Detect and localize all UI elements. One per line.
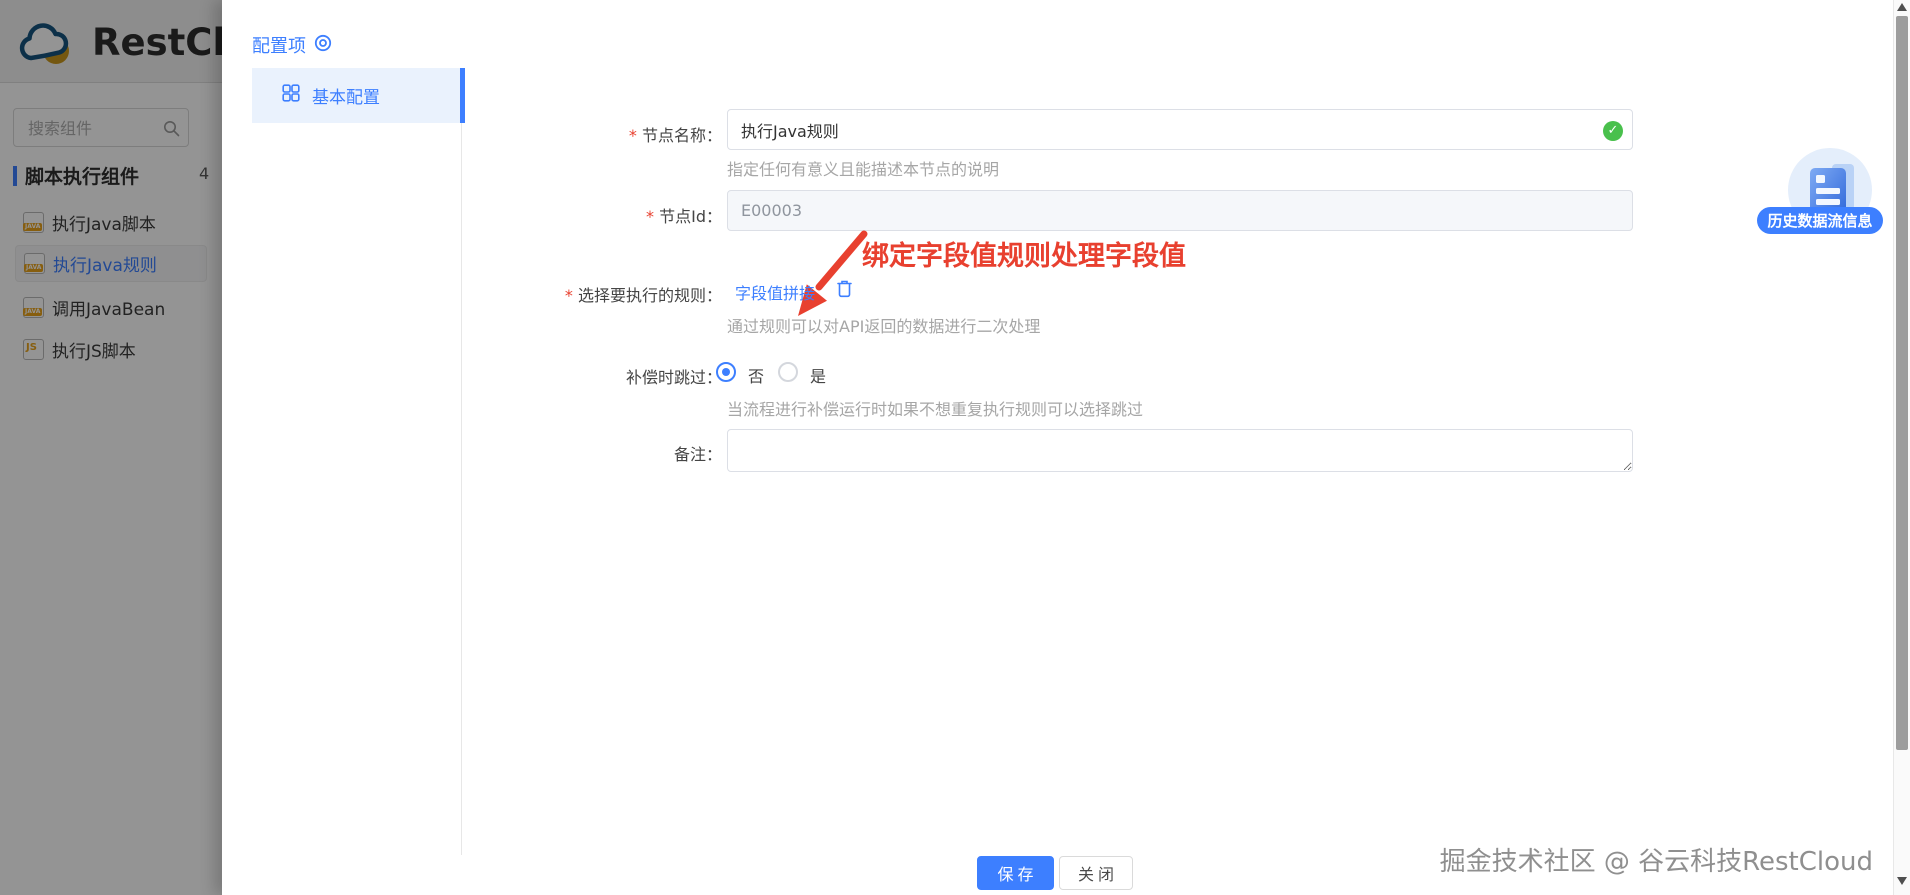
radio-yes-label[interactable]: 是 [810,363,826,387]
panel-title-text: 配置项 [252,36,306,57]
target-circle-icon[interactable] [314,34,332,57]
scrollbar-thumb[interactable] [1896,16,1908,750]
panel-title: 配置项 [252,32,332,58]
rule-label: 选择要执行的规则： [460,282,722,306]
node-name-helper: 指定任何有意义且能描述本节点的说明 [727,160,1000,179]
rule-helper: 通过规则可以对API返回的数据进行二次处理 [727,317,1041,336]
tab-basic-config[interactable]: 基本配置 [252,68,465,123]
node-name-label: 节点名称： [460,122,722,146]
rule-link[interactable]: 字段值拼接 [735,280,815,304]
node-config-panel: 配置项 基本配置 节点名称： ✓ [222,0,1893,895]
scroll-up-arrow-icon[interactable] [1897,3,1907,11]
radio-no-label[interactable]: 否 [748,363,764,387]
skip-helper: 当流程进行补偿运行时如果不想重复执行规则可以选择跳过 [727,400,1144,419]
tab-label: 基本配置 [312,88,380,108]
annotation-arrow-icon [784,226,872,326]
annotation-text: 绑定字段值规则处理字段值 [862,241,1186,272]
vertical-scrollbar[interactable] [1893,0,1910,895]
skip-label: 补偿时跳过： [625,368,722,387]
tab-active-indicator [460,68,465,123]
radio-yes[interactable] [778,362,798,382]
sidebar: RestCloud 脚本执行组件 4 JAVA 执行Java脚本 JAVA [0,0,222,895]
history-flow-button[interactable]: 历史数据流信息 [1757,207,1883,234]
remark-textarea[interactable] [727,429,1633,472]
valid-check-icon: ✓ [1603,121,1623,141]
node-name-input[interactable] [727,109,1633,150]
grid-icon [282,84,300,107]
node-id-input [727,190,1633,231]
scroll-down-arrow-icon[interactable] [1897,877,1907,885]
app-root: RestCloud 脚本执行组件 4 JAVA 执行Java脚本 JAVA [0,0,1910,895]
save-button[interactable]: 保存 [977,856,1054,890]
node-id-label: 节点Id： [460,203,722,227]
radio-no[interactable] [716,362,736,382]
remark-label: 备注： [673,445,722,464]
panel-divider [461,123,462,855]
trash-icon[interactable] [836,279,853,302]
modal-dim-overlay [0,0,222,895]
watermark-text: 掘金技术社区 @ 谷云科技RestCloud [1439,847,1873,877]
close-button[interactable]: 关闭 [1059,856,1133,890]
